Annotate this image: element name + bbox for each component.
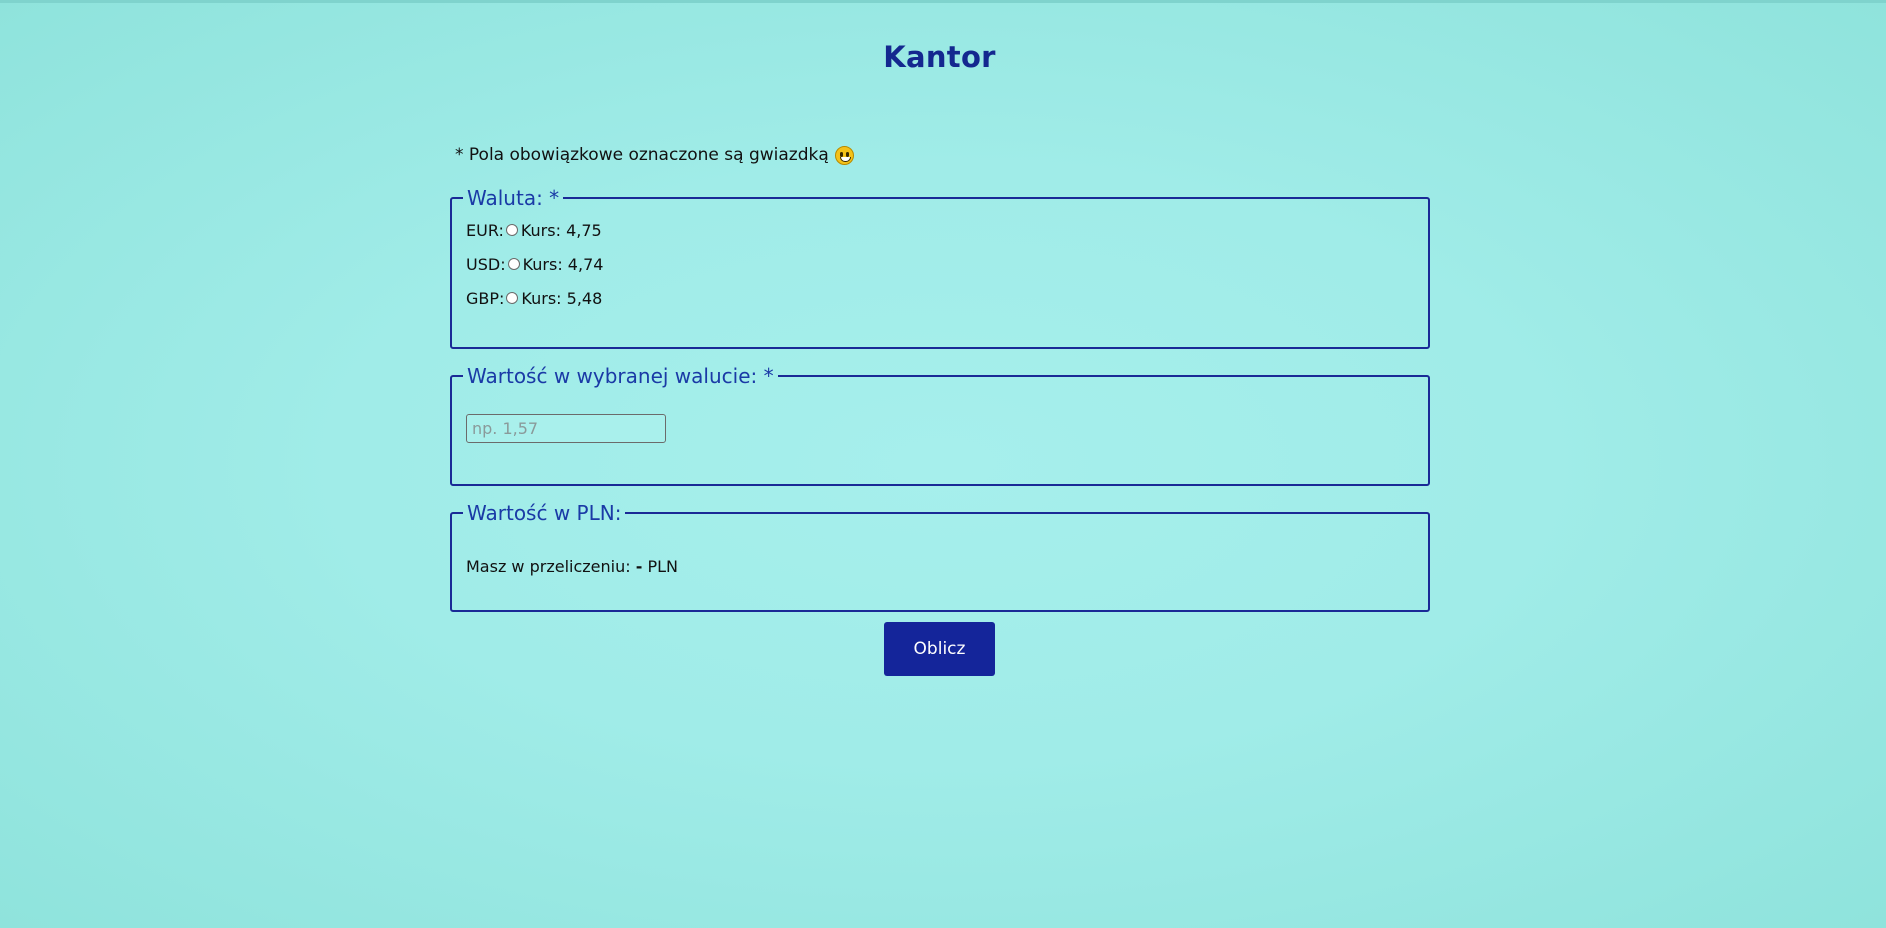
currency-rate: Kurs: 4,74 bbox=[522, 254, 604, 274]
pln-result-row: Masz w przeliczeniu: - PLN bbox=[466, 557, 1414, 576]
pln-legend: Wartość w PLN: bbox=[467, 501, 622, 525]
currency-radio-eur[interactable] bbox=[505, 224, 518, 236]
amount-fieldset: Wartość w wybranej walucie: * bbox=[450, 364, 1430, 486]
currency-radio-gbp[interactable] bbox=[506, 292, 519, 304]
currency-radio-usd[interactable] bbox=[507, 258, 520, 270]
currency-code: GBP: bbox=[466, 288, 505, 308]
pln-fieldset: Wartość w PLN: Masz w przeliczeniu: - PL… bbox=[450, 501, 1430, 612]
currency-option-eur: EUR: Kurs: 4,75 bbox=[466, 220, 1414, 240]
currency-rate: Kurs: 4,75 bbox=[520, 220, 602, 240]
currency-code: USD: bbox=[466, 254, 506, 274]
currency-option-usd: USD: Kurs: 4,74 bbox=[466, 254, 1414, 274]
page-title: Kantor bbox=[883, 40, 996, 74]
currency-rate: Kurs: 5,48 bbox=[521, 288, 603, 308]
currency-code: EUR: bbox=[466, 220, 504, 240]
pln-result-value: - bbox=[635, 557, 643, 576]
required-note-text: * Pola obowiązkowe oznaczone są gwiazdką bbox=[455, 145, 829, 165]
grinning-face-icon bbox=[834, 145, 854, 165]
currency-option-gbp: GBP: Kurs: 5,48 bbox=[466, 288, 1414, 308]
amount-legend: Wartość w wybranej walucie: * bbox=[467, 364, 774, 388]
required-note: * Pola obowiązkowe oznaczone są gwiazdką bbox=[455, 145, 854, 165]
top-edge bbox=[0, 0, 1886, 3]
pln-result-unit: PLN bbox=[647, 557, 678, 576]
currency-fieldset: Waluta: * EUR: Kurs: 4,75 USD: Kurs: 4,7… bbox=[450, 186, 1430, 349]
pln-result-label: Masz w przeliczeniu: bbox=[466, 557, 631, 576]
amount-input[interactable] bbox=[466, 414, 666, 443]
currency-legend: Waluta: * bbox=[467, 186, 560, 210]
calculate-button[interactable]: Oblicz bbox=[884, 622, 995, 676]
